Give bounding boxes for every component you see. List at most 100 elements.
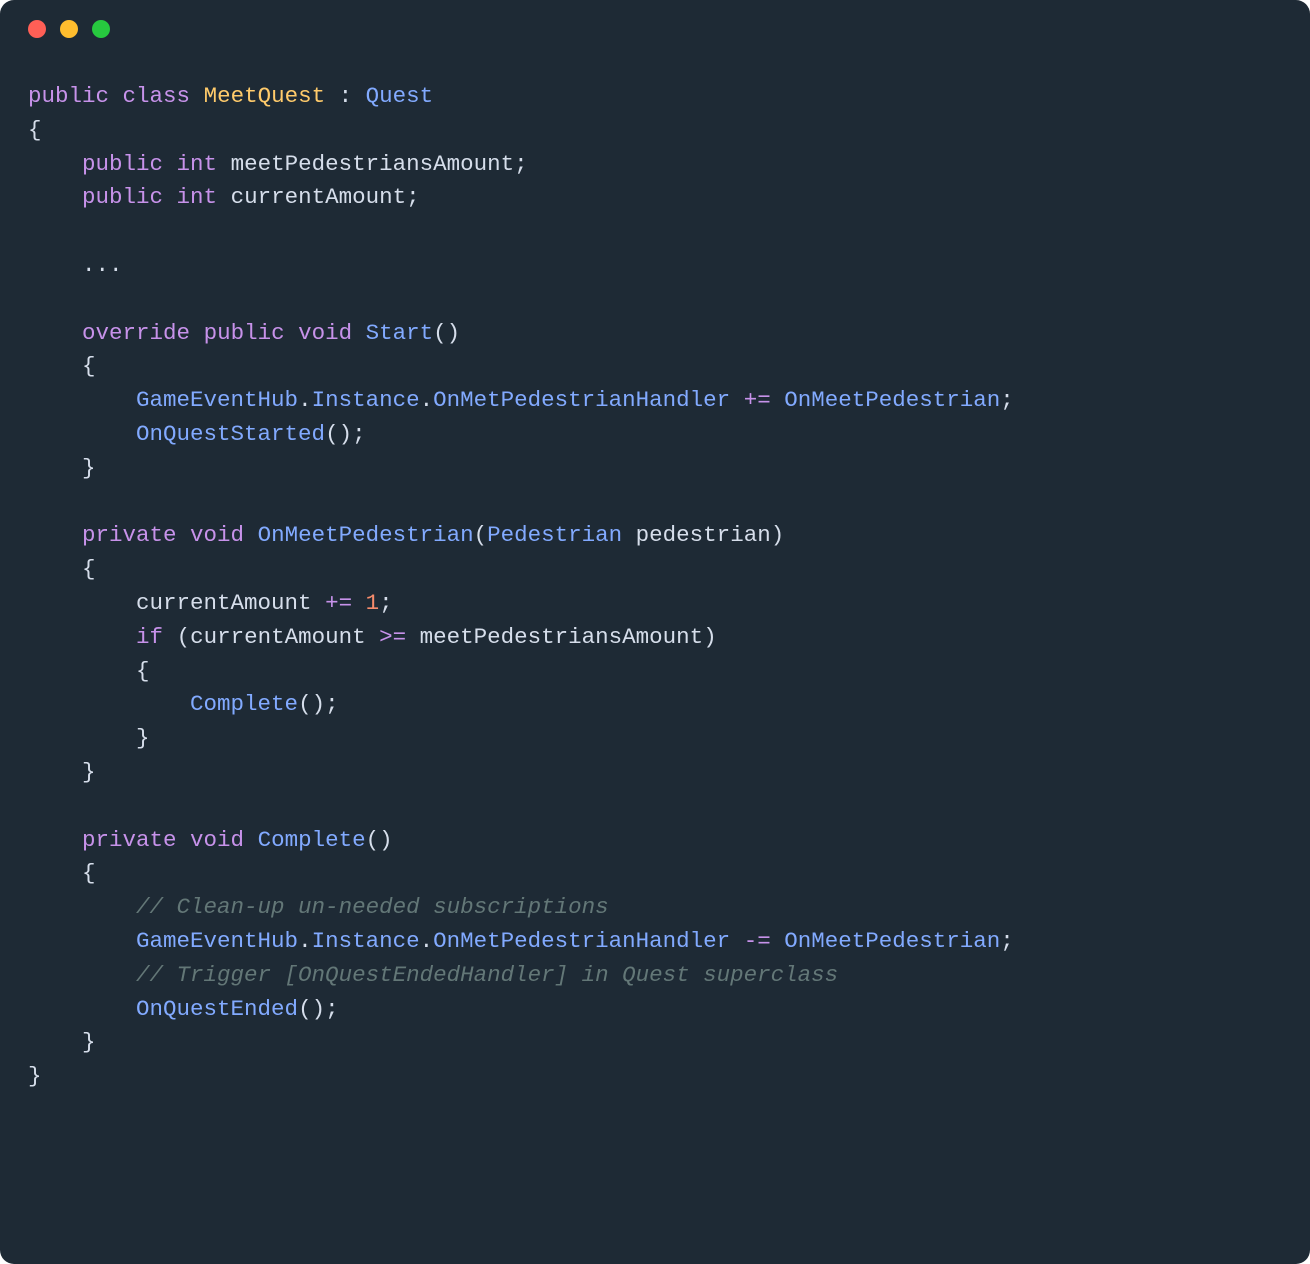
punct-colon: : [325, 83, 366, 109]
indent [28, 387, 136, 413]
indent [28, 590, 136, 616]
brace: } [136, 725, 150, 751]
indent [28, 827, 82, 853]
method-call: OnQuestEnded [136, 996, 298, 1022]
indent [28, 353, 82, 379]
dot: . [420, 387, 434, 413]
indent [28, 860, 82, 886]
identifier: currentAmount [190, 624, 379, 650]
space [163, 151, 177, 177]
semicolon: ; [1000, 928, 1014, 954]
indent [28, 1029, 82, 1055]
brace: } [82, 1029, 96, 1055]
keyword-private: private [82, 827, 177, 853]
operator-plus-equals: += [744, 387, 771, 413]
indent [28, 962, 136, 988]
number-literal: 1 [366, 590, 380, 616]
dot: . [420, 928, 434, 954]
brace: { [136, 658, 150, 684]
operator-minus-equals: -= [744, 928, 771, 954]
keyword-public: public [82, 184, 163, 210]
parens: () [433, 320, 460, 346]
identifier: OnMetPedestrianHandler [433, 387, 730, 413]
brace: } [82, 455, 96, 481]
method-name: Complete [258, 827, 366, 853]
identifier: OnMeetPedestrian [784, 387, 1000, 413]
keyword-public: public [204, 320, 285, 346]
indent [28, 252, 82, 278]
semicolon: ; [514, 151, 528, 177]
paren-close: ) [703, 624, 717, 650]
identifier: meetPedestriansAmount [406, 624, 703, 650]
operator-plus-equals: += [325, 590, 352, 616]
indent [28, 996, 136, 1022]
space [771, 928, 785, 954]
code-block: public class MeetQuest : Quest { public … [0, 58, 1310, 1134]
keyword-public: public [82, 151, 163, 177]
space [352, 590, 366, 616]
keyword-int: int [177, 184, 218, 210]
indent [28, 759, 82, 785]
keyword-public: public [28, 83, 109, 109]
brace: { [82, 353, 96, 379]
space [352, 320, 366, 346]
identifier: currentAmount [136, 590, 325, 616]
keyword-int: int [177, 151, 218, 177]
identifier: OnMeetPedestrian [784, 928, 1000, 954]
method-name: OnMeetPedestrian [258, 522, 474, 548]
indent [28, 894, 136, 920]
field-name: meetPedestriansAmount [217, 151, 514, 177]
dot: . [298, 387, 312, 413]
space [163, 184, 177, 210]
brace: { [28, 117, 42, 143]
space [285, 320, 299, 346]
brace: } [28, 1063, 42, 1089]
method-call: Complete [190, 691, 298, 717]
indent [28, 522, 82, 548]
param-type: Pedestrian [487, 522, 622, 548]
indent [28, 184, 82, 210]
indent [28, 455, 82, 481]
indent [28, 320, 82, 346]
space [177, 827, 191, 853]
operator-gte: >= [379, 624, 406, 650]
keyword-void: void [190, 522, 244, 548]
base-class: Quest [366, 83, 434, 109]
space [163, 624, 177, 650]
keyword-void: void [190, 827, 244, 853]
brace: { [82, 556, 96, 582]
semicolon: ; [325, 996, 339, 1022]
paren-open: ( [474, 522, 488, 548]
identifier: GameEventHub [136, 928, 298, 954]
identifier: Instance [312, 928, 420, 954]
space [177, 522, 191, 548]
window-close-button[interactable] [28, 20, 46, 38]
keyword-class: class [123, 83, 191, 109]
window-zoom-button[interactable] [92, 20, 110, 38]
identifier: Instance [312, 387, 420, 413]
keyword-if: if [136, 624, 163, 650]
method-call: OnQuestStarted [136, 421, 325, 447]
window-minimize-button[interactable] [60, 20, 78, 38]
space [771, 387, 785, 413]
method-name: Start [366, 320, 434, 346]
window-titlebar [0, 0, 1310, 58]
indent [28, 624, 136, 650]
semicolon: ; [325, 691, 339, 717]
keyword-override: override [82, 320, 190, 346]
brace: } [82, 759, 96, 785]
space [244, 827, 258, 853]
dot: . [298, 928, 312, 954]
indent [28, 725, 136, 751]
indent [28, 151, 82, 177]
indent [28, 658, 136, 684]
field-name: currentAmount [217, 184, 406, 210]
keyword-private: private [82, 522, 177, 548]
parens: () [298, 996, 325, 1022]
comment: // Trigger [OnQuestEndedHandler] in Ques… [136, 962, 838, 988]
indent [28, 691, 190, 717]
ellipsis: ... [82, 252, 123, 278]
space [730, 387, 744, 413]
identifier: GameEventHub [136, 387, 298, 413]
keyword-void: void [298, 320, 352, 346]
